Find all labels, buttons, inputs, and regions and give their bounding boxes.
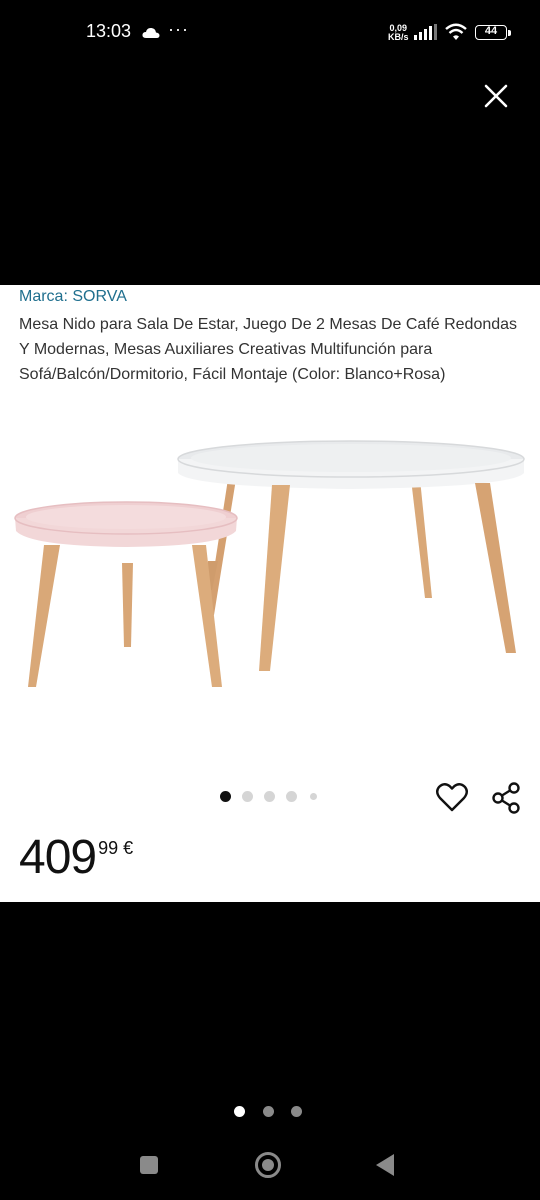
wishlist-button[interactable] bbox=[435, 782, 469, 814]
product-card: Marca: SORVA Mesa Nido para Sala De Esta… bbox=[0, 285, 540, 902]
network-speed-unit: KB/s bbox=[388, 32, 409, 42]
close-icon bbox=[484, 84, 508, 108]
status-time: 13:03 bbox=[86, 21, 132, 41]
carousel-dot[interactable] bbox=[220, 791, 231, 802]
heart-icon bbox=[436, 783, 468, 812]
battery-level: 44 bbox=[484, 25, 498, 37]
wifi-icon bbox=[444, 23, 468, 46]
product-image[interactable] bbox=[0, 415, 540, 705]
page-dot[interactable] bbox=[234, 1106, 245, 1117]
carousel-dot[interactable] bbox=[242, 791, 253, 802]
recents-button[interactable] bbox=[140, 1156, 158, 1174]
product-photo bbox=[14, 440, 525, 687]
page-dot[interactable] bbox=[263, 1106, 274, 1117]
close-button[interactable] bbox=[476, 76, 516, 116]
signal-icon bbox=[414, 24, 438, 45]
share-icon bbox=[492, 782, 520, 814]
share-button[interactable] bbox=[490, 781, 524, 815]
price: 409 99 € bbox=[19, 830, 133, 885]
carousel-dot[interactable] bbox=[264, 791, 275, 802]
status-bar: 13:03 ··· 0,09 KB/s 44 bbox=[0, 0, 540, 66]
more-notifications-icon: ··· bbox=[168, 19, 189, 39]
home-button[interactable] bbox=[255, 1152, 281, 1178]
navigation-bar bbox=[0, 1130, 540, 1200]
price-fraction: 99 € bbox=[98, 838, 134, 858]
cloud-icon bbox=[142, 26, 160, 44]
back-button[interactable] bbox=[376, 1154, 394, 1176]
battery-icon: 44 bbox=[475, 25, 507, 40]
network-speed: 0,09 KB/s bbox=[388, 24, 409, 42]
battery-tip bbox=[508, 30, 511, 36]
brand-link[interactable]: Marca: SORVA bbox=[19, 288, 127, 306]
carousel-dot[interactable] bbox=[286, 791, 297, 802]
product-title: Mesa Nido para Sala De Estar, Juego De 2… bbox=[19, 316, 518, 383]
price-whole: 409 bbox=[19, 831, 97, 884]
page-dot[interactable] bbox=[291, 1106, 302, 1117]
carousel-dot[interactable] bbox=[310, 793, 317, 800]
home-icon bbox=[262, 1159, 274, 1171]
